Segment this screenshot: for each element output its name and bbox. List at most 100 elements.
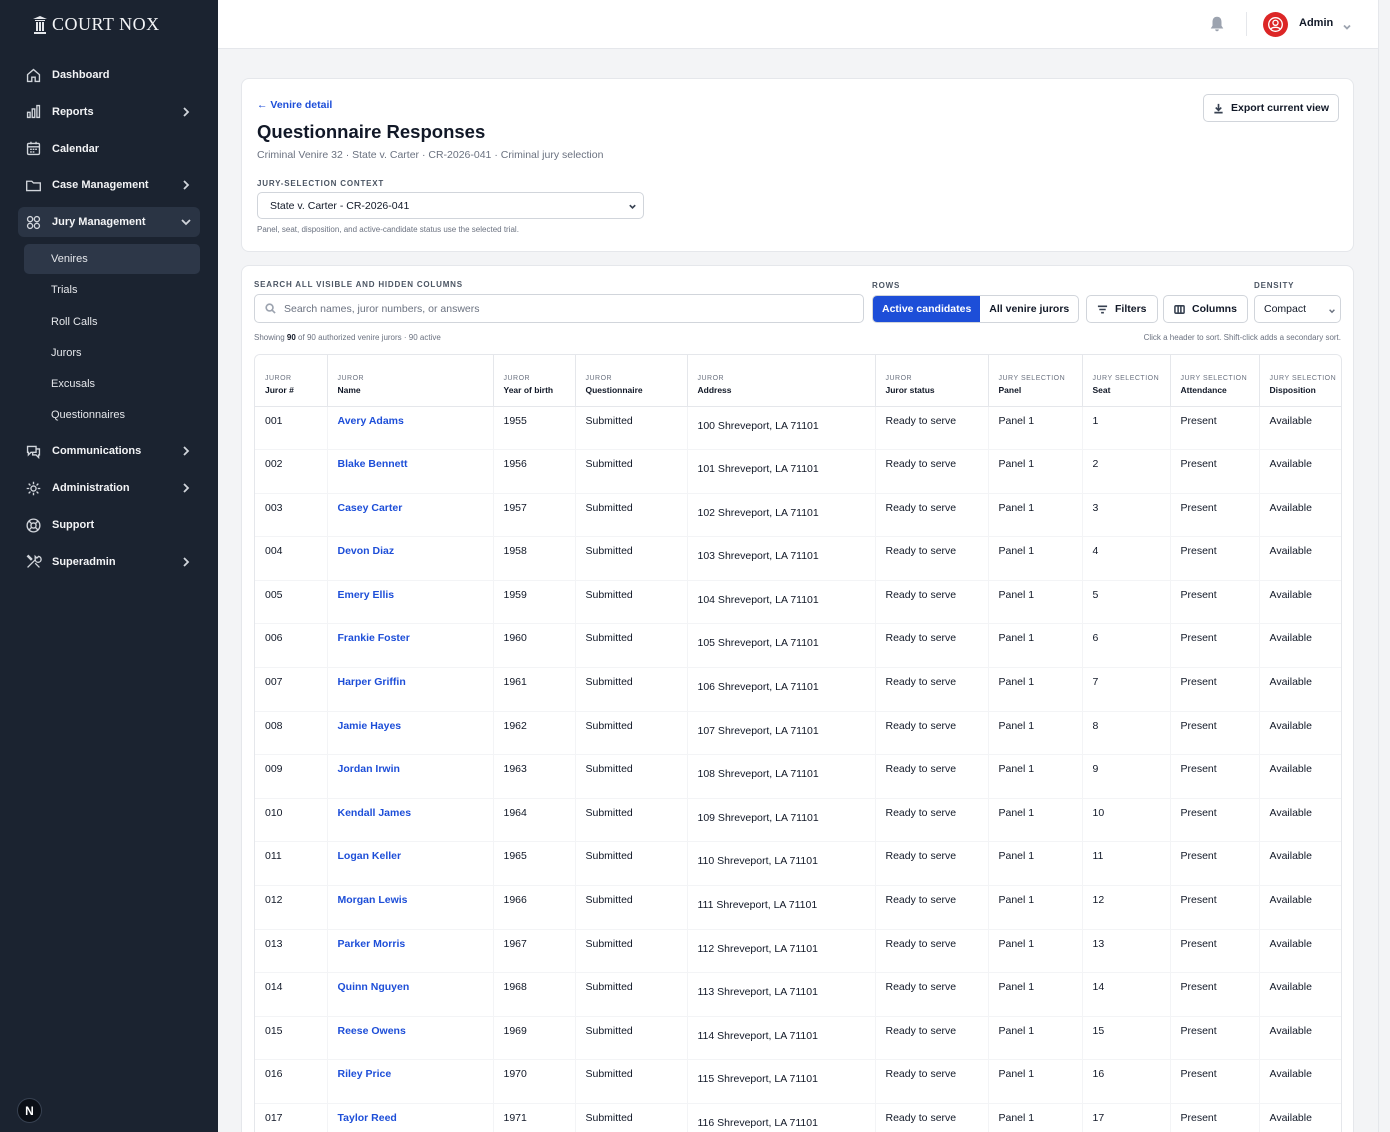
nav-jury-management[interactable]: Jury Management (18, 207, 200, 238)
user-name[interactable]: Admin (1299, 17, 1333, 29)
column-header-juror[interactable]: JUROR Juror # (255, 355, 328, 407)
table-row[interactable]: 008 Jamie Hayes 1962 Submitted 107 Shrevepor… (255, 711, 1341, 756)
column-group-label: JUROR (697, 375, 725, 382)
search-input[interactable] (284, 302, 844, 315)
seat-cell: 6 (1082, 623, 1171, 669)
column-header-year-of-birth[interactable]: JUROR Year of birth (493, 355, 576, 407)
nav-administration[interactable]: Administration (18, 473, 200, 503)
jury-selection-context-select[interactable]: State v. Carter - CR-2026-041 (257, 192, 644, 219)
home-icon (24, 66, 42, 84)
seat-cell: 11 (1082, 841, 1171, 887)
column-label: Seat (1092, 385, 1111, 395)
juror-name-link[interactable]: Emery Ellis (338, 589, 395, 601)
subnav-roll-calls[interactable]: Roll Calls (24, 307, 200, 337)
density-select[interactable]: Compact (1254, 295, 1341, 323)
juror-name-link[interactable]: Casey Carter (338, 502, 403, 514)
chevron-down-icon (1328, 306, 1336, 314)
subnav-trials[interactable]: Trials (24, 275, 200, 305)
column-header-panel[interactable]: JURY SELECTION Panel (988, 355, 1083, 407)
nav-label: Administration (52, 482, 130, 495)
column-header-questionnaire[interactable]: JUROR Questionnaire (575, 355, 688, 407)
table-row[interactable]: 014 Quinn Nguyen 1968 Submitted 113 Shrevepo… (255, 972, 1341, 1017)
table-row[interactable]: 003 Casey Carter 1957 Submitted 102 Shrevepo… (255, 493, 1341, 538)
juror-name-link[interactable]: Quinn Nguyen (338, 981, 410, 993)
back-to-venire-detail-link[interactable]: ← Venire detail (257, 99, 332, 111)
table-row[interactable]: 002 Blake Bennett 1956 Submitted 101 Shrevep… (255, 449, 1341, 494)
juror-name-link[interactable]: Taylor Reed (338, 1112, 397, 1124)
table-row[interactable]: 015 Reese Owens 1969 Submitted 114 Shrevepor… (255, 1016, 1341, 1061)
juror-name-link[interactable]: Kendall James (338, 807, 412, 819)
rows-toggle: Active candidates All venire jurors (872, 295, 1080, 323)
export-label: Export current view (1230, 102, 1330, 114)
attendance-cell: Present (1170, 798, 1260, 843)
table-row[interactable]: 010 Kendall James 1964 Submitted 109 Shrevep… (255, 798, 1341, 843)
juror-number-cell: 007 (255, 667, 328, 712)
juror-name-link[interactable]: Morgan Lewis (338, 894, 408, 906)
page-scrollbar[interactable] (1378, 0, 1390, 1132)
juror-name-link[interactable]: Frankie Foster (338, 632, 410, 644)
nav-communications[interactable]: Communications (18, 436, 200, 466)
search-icon (265, 303, 276, 314)
nav-case-management[interactable]: Case Management (18, 170, 200, 200)
table-row[interactable]: 006 Frankie Foster 1960 Submitted 105 Shreve… (255, 623, 1341, 669)
column-group-label: JUROR (265, 375, 292, 382)
subnav-excusals[interactable]: Excusals (24, 369, 200, 399)
disposition-cell: Available (1259, 885, 1341, 930)
year-of-birth-cell: 1961 (493, 667, 576, 712)
nav-calendar[interactable]: Calendar (18, 134, 200, 164)
table-row[interactable]: 004 Devon Diaz 1958 Submitted 103 Shreveport… (255, 536, 1341, 581)
table-row[interactable]: 005 Emery Ellis 1959 Submitted 104 Shrevepor… (255, 580, 1341, 625)
disposition-cell: Available (1259, 536, 1341, 581)
questionnaire-cell: Submitted (575, 623, 688, 669)
juror-name-link[interactable]: Riley Price (338, 1068, 392, 1080)
table-row[interactable]: 007 Harper Griffin 1961 Submitted 106 Shreve… (255, 667, 1341, 712)
rows-all-venire-jurors-button[interactable]: All venire jurors (980, 296, 1078, 322)
table-row[interactable]: 013 Parker Morris 1967 Submitted 112 Shrevep… (255, 929, 1341, 974)
table-row[interactable]: 001 Avery Adams 1955 Submitted 100 Shrevepor… (255, 406, 1341, 451)
column-header-name[interactable]: JUROR Name (327, 355, 494, 407)
table-row[interactable]: 012 Morgan Lewis 1966 Submitted 111 Shrevepo… (255, 885, 1341, 930)
export-current-view-button[interactable]: Export current view (1203, 94, 1339, 122)
search-box[interactable] (254, 294, 864, 323)
address-cell: 103 Shreveport, LA 71101 (687, 536, 876, 581)
filters-button[interactable]: Filters (1086, 295, 1158, 323)
column-header-juror-status[interactable]: JUROR Juror status (875, 355, 989, 407)
brand-logo[interactable]: COURT NOX (32, 14, 160, 35)
nav-superadmin[interactable]: Superadmin (18, 547, 200, 577)
table-row[interactable]: 016 Riley Price 1970 Submitted 115 Shrevepor… (255, 1059, 1341, 1104)
chevron-down-icon[interactable] (1342, 19, 1352, 30)
workspace-avatar[interactable]: N (17, 1098, 42, 1123)
table-row[interactable]: 011 Logan Keller 1965 Submitted 110 Shrevepo… (255, 841, 1341, 887)
subnav-jurors[interactable]: Jurors (24, 338, 200, 368)
juror-name-link[interactable]: Logan Keller (338, 850, 402, 862)
juror-name-link[interactable]: Blake Bennett (338, 458, 408, 470)
juror-name-link[interactable]: Reese Owens (338, 1025, 406, 1037)
column-header-address[interactable]: JUROR Address (687, 355, 876, 407)
juror-name-link[interactable]: Harper Griffin (338, 676, 406, 688)
nav-reports[interactable]: Reports (18, 97, 200, 127)
address-cell: 106 Shreveport, LA 71101 (687, 667, 876, 712)
juror-name-link[interactable]: Avery Adams (338, 415, 404, 427)
subnav-questionnaires[interactable]: Questionnaires (24, 400, 200, 430)
column-label: Year of birth (503, 385, 554, 395)
columns-button[interactable]: Columns (1163, 295, 1248, 323)
responses-table: JUROR Juror # JUROR Name JUROR Year of birth J… (255, 355, 1341, 1132)
questionnaire-cell: Submitted (575, 1103, 688, 1132)
rows-active-candidates-button[interactable]: Active candidates (873, 296, 981, 322)
juror-name-link[interactable]: Jamie Hayes (338, 720, 402, 732)
nav-dashboard[interactable]: Dashboard (18, 60, 200, 90)
year-of-birth-cell: 1966 (493, 885, 576, 930)
juror-name-link[interactable]: Parker Morris (338, 938, 406, 950)
table-row[interactable]: 009 Jordan Irwin 1963 Submitted 108 Shrevepo… (255, 754, 1341, 799)
table-row[interactable]: 017 Taylor Reed 1971 Submitted 116 Shrevepor… (255, 1103, 1341, 1132)
column-header-seat[interactable]: JURY SELECTION Seat (1082, 355, 1171, 407)
juror-name-link[interactable]: Devon Diaz (338, 545, 395, 557)
column-header-disposition[interactable]: JURY SELECTION Disposition (1259, 355, 1341, 407)
column-header-attendance[interactable]: JURY SELECTION Attendance (1170, 355, 1260, 407)
subnav-venires[interactable]: Venires (24, 243, 200, 274)
user-avatar[interactable] (1263, 12, 1288, 37)
juror-name-link[interactable]: Jordan Irwin (338, 763, 400, 775)
column-group-label: JURY SELECTION (1269, 375, 1337, 382)
bell-icon[interactable] (1208, 15, 1226, 33)
nav-support[interactable]: Support (18, 510, 200, 540)
